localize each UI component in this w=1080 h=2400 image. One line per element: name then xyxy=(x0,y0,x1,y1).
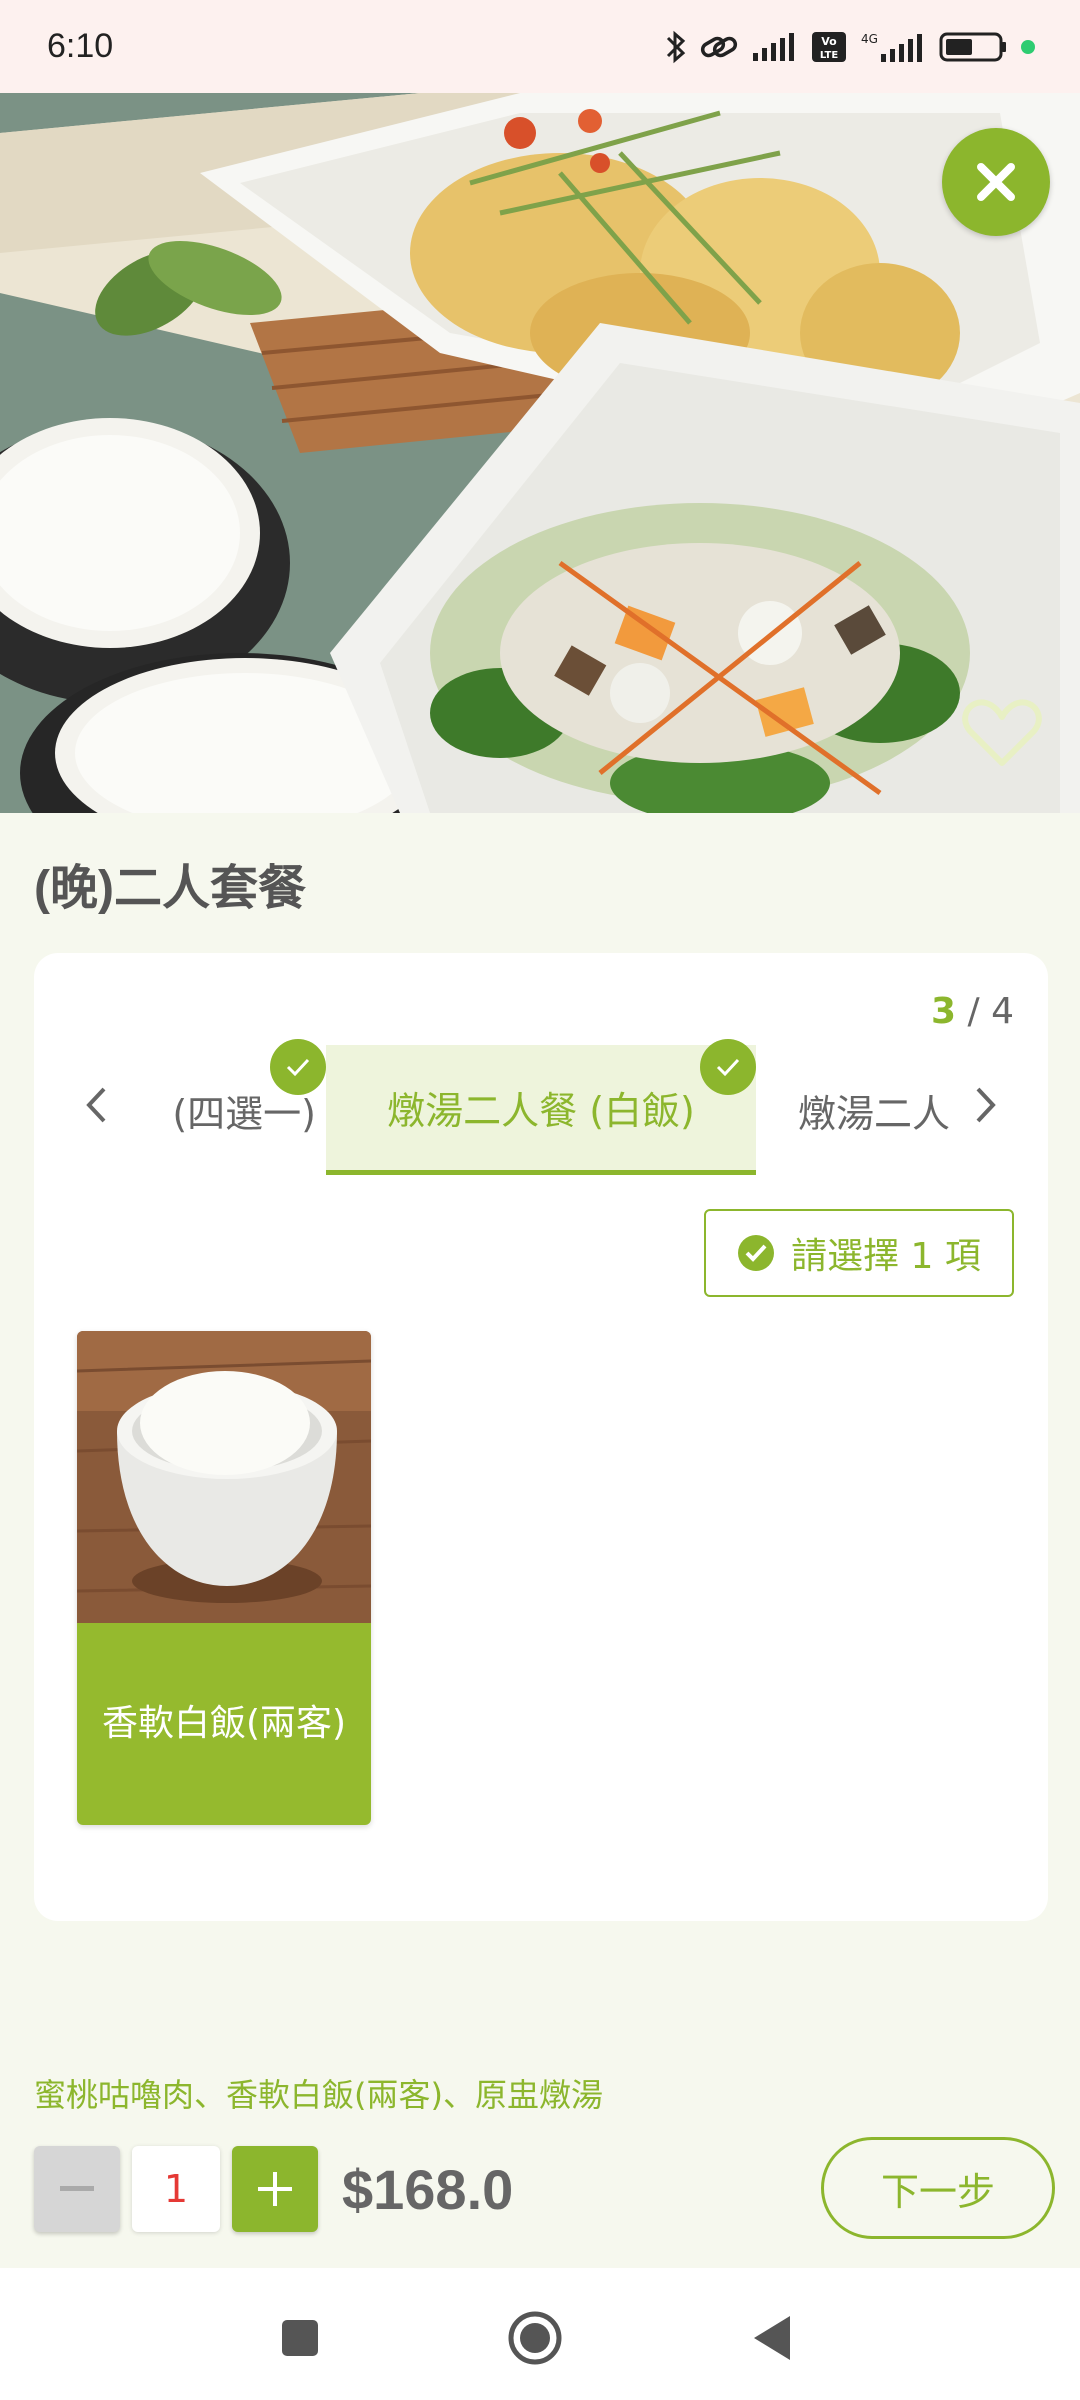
battery-icon xyxy=(939,31,1009,63)
selection-summary: 蜜桃咕嚕肉、香軟白飯(兩客)、原盅燉湯 xyxy=(34,2076,603,2114)
status-icons: Vo LTE 4G xyxy=(665,29,1035,65)
check-icon xyxy=(286,1058,310,1077)
step-current: 3 xyxy=(931,991,957,1032)
nav-back-button[interactable] xyxy=(742,2308,802,2368)
status-time: 6:10 xyxy=(47,27,114,65)
square-icon xyxy=(282,2320,318,2356)
food-photo xyxy=(0,93,1080,813)
heart-icon xyxy=(962,699,1042,766)
bluetooth-icon xyxy=(665,29,687,65)
tab-current-check xyxy=(700,1039,756,1095)
tab-current-label: 燉湯二人餐 (白飯) xyxy=(387,1089,695,1133)
check-icon xyxy=(716,1058,740,1077)
signal-4g-icon: 4G xyxy=(859,30,927,64)
tab-previous-check xyxy=(270,1039,326,1095)
status-bar: 6:10 Vo LTE 4G xyxy=(0,0,1080,93)
quantity-increase-button[interactable] xyxy=(232,2146,318,2232)
tab-current-step[interactable]: 燉湯二人餐 (白飯) xyxy=(326,1045,756,1175)
step-total: 4 xyxy=(991,991,1014,1032)
selection-requirement-label: 請選擇 1 項 xyxy=(791,1236,981,1277)
home-circle-icon xyxy=(508,2311,562,2365)
svg-text:LTE: LTE xyxy=(820,50,839,61)
total-price: $168.0 xyxy=(342,2158,514,2221)
step-counter: 3 / 4 xyxy=(931,991,1014,1032)
next-step-button[interactable]: 下一步 xyxy=(821,2137,1055,2239)
volte-icon: Vo LTE xyxy=(811,31,847,63)
tab-next-arrow[interactable] xyxy=(966,1075,1006,1135)
minus-icon xyxy=(60,2186,94,2191)
quantity-value: 1 xyxy=(132,2146,220,2232)
selection-requirement-badge: 請選擇 1 項 xyxy=(704,1209,1014,1297)
quantity-decrease-button[interactable] xyxy=(34,2146,120,2232)
plus-icon xyxy=(258,2172,292,2206)
svg-text:4G: 4G xyxy=(861,32,878,46)
option-item-label: 香軟白飯(兩客) xyxy=(77,1623,371,1825)
system-nav-bar xyxy=(0,2268,1080,2400)
option-item[interactable]: 香軟白飯(兩客) xyxy=(77,1331,371,1825)
close-icon xyxy=(977,163,1015,201)
svg-text:Vo: Vo xyxy=(821,35,837,48)
option-card-panel: 3 / 4 (四選一) 燉湯二人餐 (白飯) 燉湯二人 請選擇 1 項 香軟白飯… xyxy=(34,953,1048,1921)
tab-next-step[interactable]: 燉湯二人 xyxy=(798,1045,988,1175)
step-tabs: (四選一) 燉湯二人餐 (白飯) 燉湯二人 xyxy=(34,1039,1048,1175)
nav-recents-button[interactable] xyxy=(270,2308,330,2368)
dot-icon xyxy=(1021,39,1035,54)
rice-bowl-photo xyxy=(77,1331,371,1623)
link-icon xyxy=(699,32,739,62)
back-triangle-icon xyxy=(754,2316,790,2360)
tab-next-label: 燉湯二人 xyxy=(798,1091,951,1136)
chevron-right-icon xyxy=(976,1087,996,1123)
close-button[interactable] xyxy=(942,128,1050,236)
step-separator: / xyxy=(956,991,992,1032)
product-title: (晚)二人套餐 xyxy=(34,862,306,915)
tab-prev-arrow[interactable] xyxy=(76,1075,116,1135)
nav-home-button[interactable] xyxy=(505,2308,565,2368)
favorite-button[interactable] xyxy=(962,693,1042,773)
hero-image xyxy=(0,93,1080,813)
next-step-label: 下一步 xyxy=(880,2169,995,2214)
signal-icon xyxy=(751,31,799,63)
check-circle-icon xyxy=(738,1235,775,1271)
chevron-left-icon xyxy=(86,1087,106,1123)
